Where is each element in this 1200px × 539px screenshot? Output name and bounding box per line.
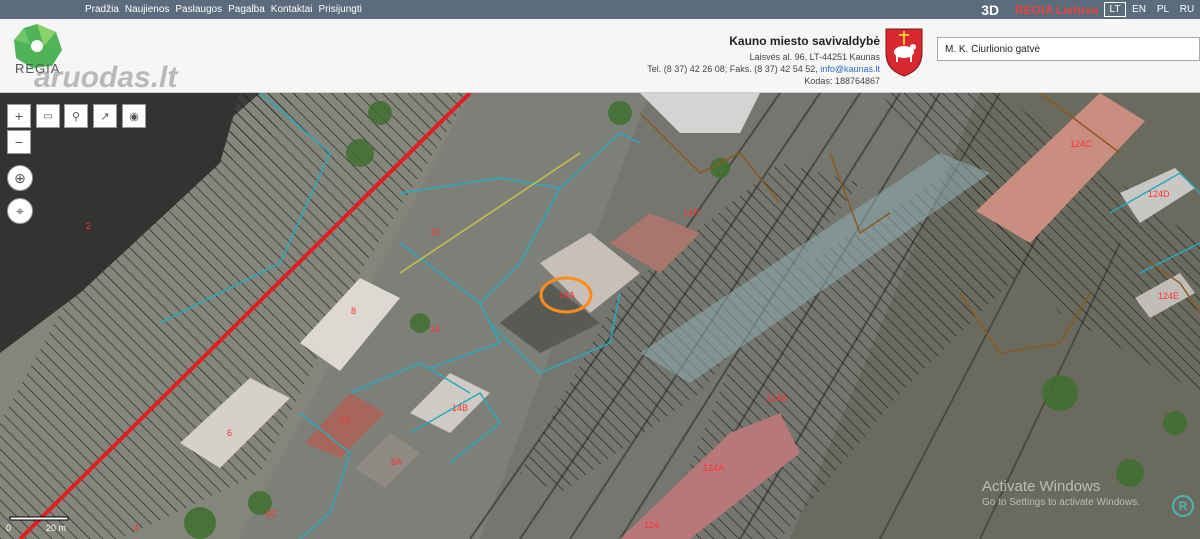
crosshair-icon: ⌖: [16, 202, 24, 219]
parcel-label[interactable]: 8A: [391, 457, 402, 467]
compass-button[interactable]: ⊕: [7, 165, 33, 191]
nav-item-contacts[interactable]: Kontaktai: [271, 4, 313, 15]
main-nav: Pradžia Naujienos Paslaugos Pagalba Kont…: [85, 0, 368, 19]
parcel-label[interactable]: 124D: [1148, 189, 1170, 199]
org-email-link[interactable]: info@kaunas.lt: [820, 64, 880, 74]
parcel-label[interactable]: 124B: [766, 393, 787, 403]
aerial-map[interactable]: [0, 93, 1200, 539]
nav-item-news[interactable]: Naujienos: [125, 4, 169, 15]
target-icon: ◉: [129, 110, 139, 123]
right-nav: 3D REGIA Lietuva LT EN PL RU: [981, 0, 1200, 19]
lang-ru[interactable]: RU: [1176, 4, 1198, 15]
export-icon: ↗: [100, 110, 110, 123]
scale-distance-label: 20 m: [46, 523, 67, 533]
parcel-label[interactable]: 124A: [703, 463, 724, 473]
scale-bar: [9, 516, 69, 521]
org-contacts: Tel. (8 37) 42 26 08; Faks. (8 37) 42 54…: [647, 63, 880, 75]
org-code: Kodas: 188764867: [804, 76, 880, 86]
parcel-label[interactable]: 4: [134, 523, 139, 533]
compass-icon: ⊕: [14, 169, 26, 186]
locate-button[interactable]: ⌖: [7, 198, 33, 224]
parcel-label[interactable]: 14: [430, 324, 440, 334]
parcel-label[interactable]: 8: [351, 306, 356, 316]
measure-button[interactable]: ▭: [36, 104, 60, 128]
zoom-out-button[interactable]: −: [7, 130, 31, 154]
scale-zero-label: 0: [6, 523, 12, 533]
activate-windows-notice: Activate Windows Go to Settings to activ…: [982, 478, 1140, 508]
activate-windows-title: Activate Windows: [982, 478, 1101, 495]
parcel-label[interactable]: 6: [227, 428, 232, 438]
lang-lt[interactable]: LT: [1104, 2, 1126, 17]
top-nav-bar: Pradžia Naujienos Paslaugos Pagalba Kont…: [0, 0, 1200, 19]
export-button[interactable]: ↗: [93, 104, 117, 128]
parcel-label[interactable]: 6C: [266, 509, 278, 519]
regia-lietuva-link[interactable]: REGIA Lietuva: [1015, 3, 1098, 17]
pin-button[interactable]: ⚲: [64, 104, 88, 128]
search-input[interactable]: [937, 37, 1200, 61]
kaunas-crest-icon: [885, 28, 923, 77]
org-name: Kauno miesto savivaldybė: [729, 34, 880, 48]
nav-item-services[interactable]: Paslaugos: [175, 4, 222, 15]
watermark: aruodas.lt: [34, 61, 178, 94]
app-watermark-icon: R: [1172, 495, 1194, 517]
parcel-label[interactable]: 14P: [683, 208, 699, 218]
parcel-label[interactable]: 124C: [1070, 139, 1092, 149]
parcel-label[interactable]: 10: [430, 227, 440, 237]
header: REGIA aruodas.lt Kauno miesto savivaldyb…: [0, 19, 1200, 94]
zoom-in-button[interactable]: +: [7, 104, 31, 128]
3d-button[interactable]: 3D: [981, 2, 999, 18]
parcel-label[interactable]: 124E: [1158, 291, 1179, 301]
nav-item-help[interactable]: Pagalba: [228, 4, 265, 15]
parcel-label[interactable]: 12: [340, 415, 350, 425]
lang-pl[interactable]: PL: [1152, 4, 1174, 15]
nav-item-login[interactable]: Prisijungti: [319, 4, 362, 15]
parcel-label[interactable]: 14B: [452, 403, 468, 413]
lang-en[interactable]: EN: [1128, 4, 1150, 15]
map-view[interactable]: 2 10 8 14 14A 14B 12 6 8A 6C 4 124C 124D…: [0, 93, 1200, 539]
ruler-icon: ▭: [43, 110, 53, 122]
pin-icon: ⚲: [71, 110, 81, 123]
org-phone: Tel. (8 37) 42 26 08; Faks. (8 37) 42 54…: [647, 64, 818, 74]
nav-item-home[interactable]: Pradžia: [85, 4, 119, 15]
organization-info: Kauno miesto savivaldybė Laisvės al. 96,…: [647, 34, 880, 87]
org-address: Laisvės al. 96, LT-44251 Kaunas: [749, 52, 880, 62]
target-button[interactable]: ◉: [122, 104, 146, 128]
parcel-label[interactable]: 2: [86, 221, 91, 231]
parcel-label[interactable]: 124: [644, 520, 659, 530]
parcel-label-selected[interactable]: 14A: [559, 290, 575, 300]
activate-windows-subtitle: Go to Settings to activate Windows.: [982, 497, 1140, 508]
